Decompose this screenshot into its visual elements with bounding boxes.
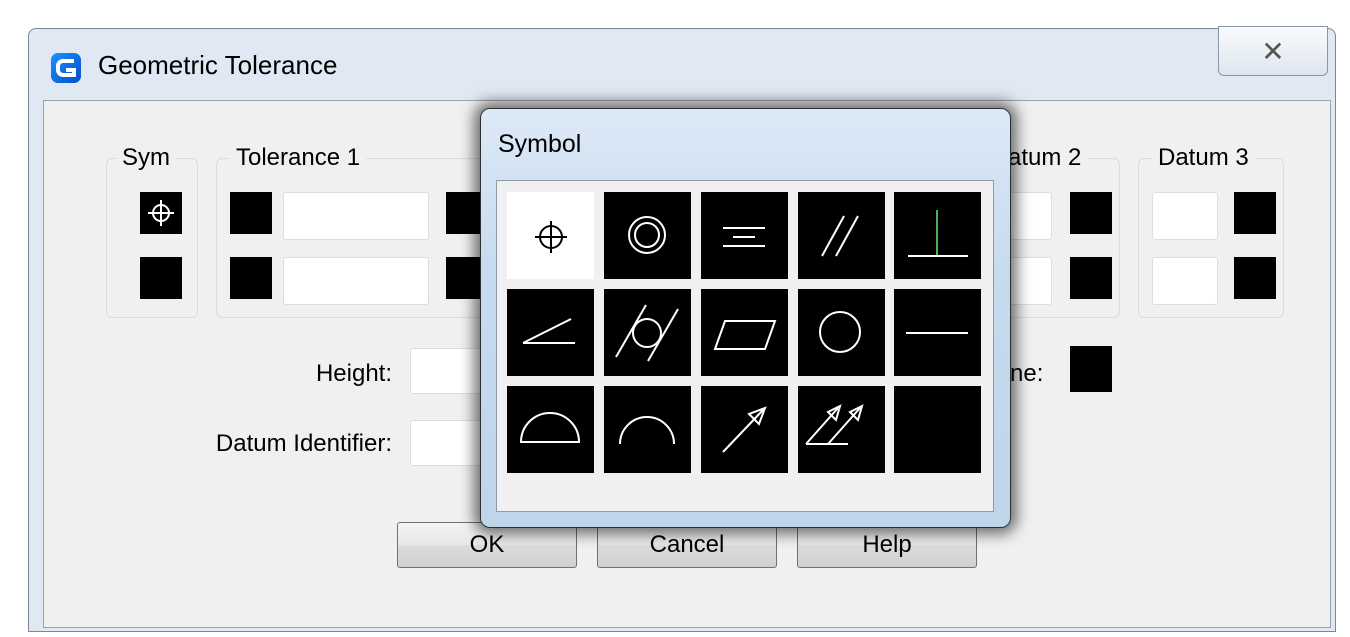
tolerance1-value-1-input[interactable]	[283, 192, 429, 240]
datum2-group-label: atum 2	[1008, 144, 1088, 172]
tolerance1-dia-2-button[interactable]	[230, 257, 272, 299]
app-logo-icon	[50, 52, 82, 84]
tolerance1-value-2-input[interactable]	[283, 257, 429, 305]
datum2-mc-2-button[interactable]	[1070, 257, 1112, 299]
height-input[interactable]	[410, 348, 490, 394]
sym-2-button[interactable]	[140, 257, 182, 299]
symbol-angularity-button[interactable]	[507, 289, 594, 376]
profile-of-line-icon	[619, 416, 675, 445]
height-label: Height:	[315, 360, 392, 387]
symbol-popup-title: Symbol	[498, 130, 582, 158]
datum2-mc-1-button[interactable]	[1070, 192, 1112, 234]
symbol-straightness-button[interactable]	[894, 289, 981, 376]
symbol-cylindricity-button[interactable]	[604, 289, 691, 376]
close-icon: ✕	[1261, 35, 1285, 67]
symbol-symmetry-button[interactable]	[701, 192, 788, 279]
tolerance1-dia-1-button[interactable]	[230, 192, 272, 234]
symbol-circular-runout-button[interactable]	[701, 386, 788, 473]
angularity-icon	[522, 318, 575, 344]
tolerance1-group-label: Tolerance 1	[230, 144, 367, 172]
dialog-title: Geometric Tolerance	[98, 50, 338, 80]
symbol-position-button[interactable]	[507, 192, 594, 279]
datum-identifier-input[interactable]	[410, 420, 490, 466]
position-icon	[148, 200, 174, 226]
projected-zone-label: ne:	[1010, 360, 1044, 387]
cancel-button[interactable]: Cancel	[597, 522, 777, 568]
datum3-value-2-input[interactable]	[1152, 257, 1218, 305]
concentricity-icon	[628, 216, 666, 254]
parallelism-icon	[821, 215, 859, 257]
close-button[interactable]: ✕	[1218, 26, 1328, 76]
help-button[interactable]: Help	[797, 522, 977, 568]
datum-identifier-label: Datum Identifier:	[215, 430, 392, 457]
symbol-profile-surface-button[interactable]	[507, 386, 594, 473]
symbol-profile-line-button[interactable]	[604, 386, 691, 473]
cylindricity-icon	[615, 304, 679, 362]
symmetry-icon	[723, 227, 765, 247]
symbol-parallelism-button[interactable]	[798, 192, 885, 279]
profile-of-surface-icon	[519, 412, 581, 443]
sym-1-button[interactable]	[140, 192, 182, 234]
circularity-icon	[819, 311, 861, 353]
position-icon	[535, 221, 567, 253]
total-runout-icon	[805, 404, 864, 445]
flatness-icon	[713, 320, 777, 350]
datum3-value-1-input[interactable]	[1152, 192, 1218, 240]
ok-button[interactable]: OK	[397, 522, 577, 568]
symbol-circularity-button[interactable]	[798, 289, 885, 376]
projected-zone-button[interactable]	[1070, 346, 1112, 392]
sym-group-label: Sym	[116, 144, 176, 172]
straightness-icon	[906, 332, 968, 334]
symbol-none-button[interactable]	[894, 386, 981, 473]
symbol-concentricity-button[interactable]	[604, 192, 691, 279]
symbol-flatness-button[interactable]	[701, 289, 788, 376]
datum3-group-label: Datum 3	[1152, 144, 1255, 172]
datum3-mc-1-button[interactable]	[1234, 192, 1276, 234]
symbol-total-runout-button[interactable]	[798, 386, 885, 473]
circular-runout-icon	[722, 406, 767, 453]
perpendicularity-icon	[908, 210, 968, 257]
symbol-perpendicularity-button[interactable]	[894, 192, 981, 279]
datum3-mc-2-button[interactable]	[1234, 257, 1276, 299]
